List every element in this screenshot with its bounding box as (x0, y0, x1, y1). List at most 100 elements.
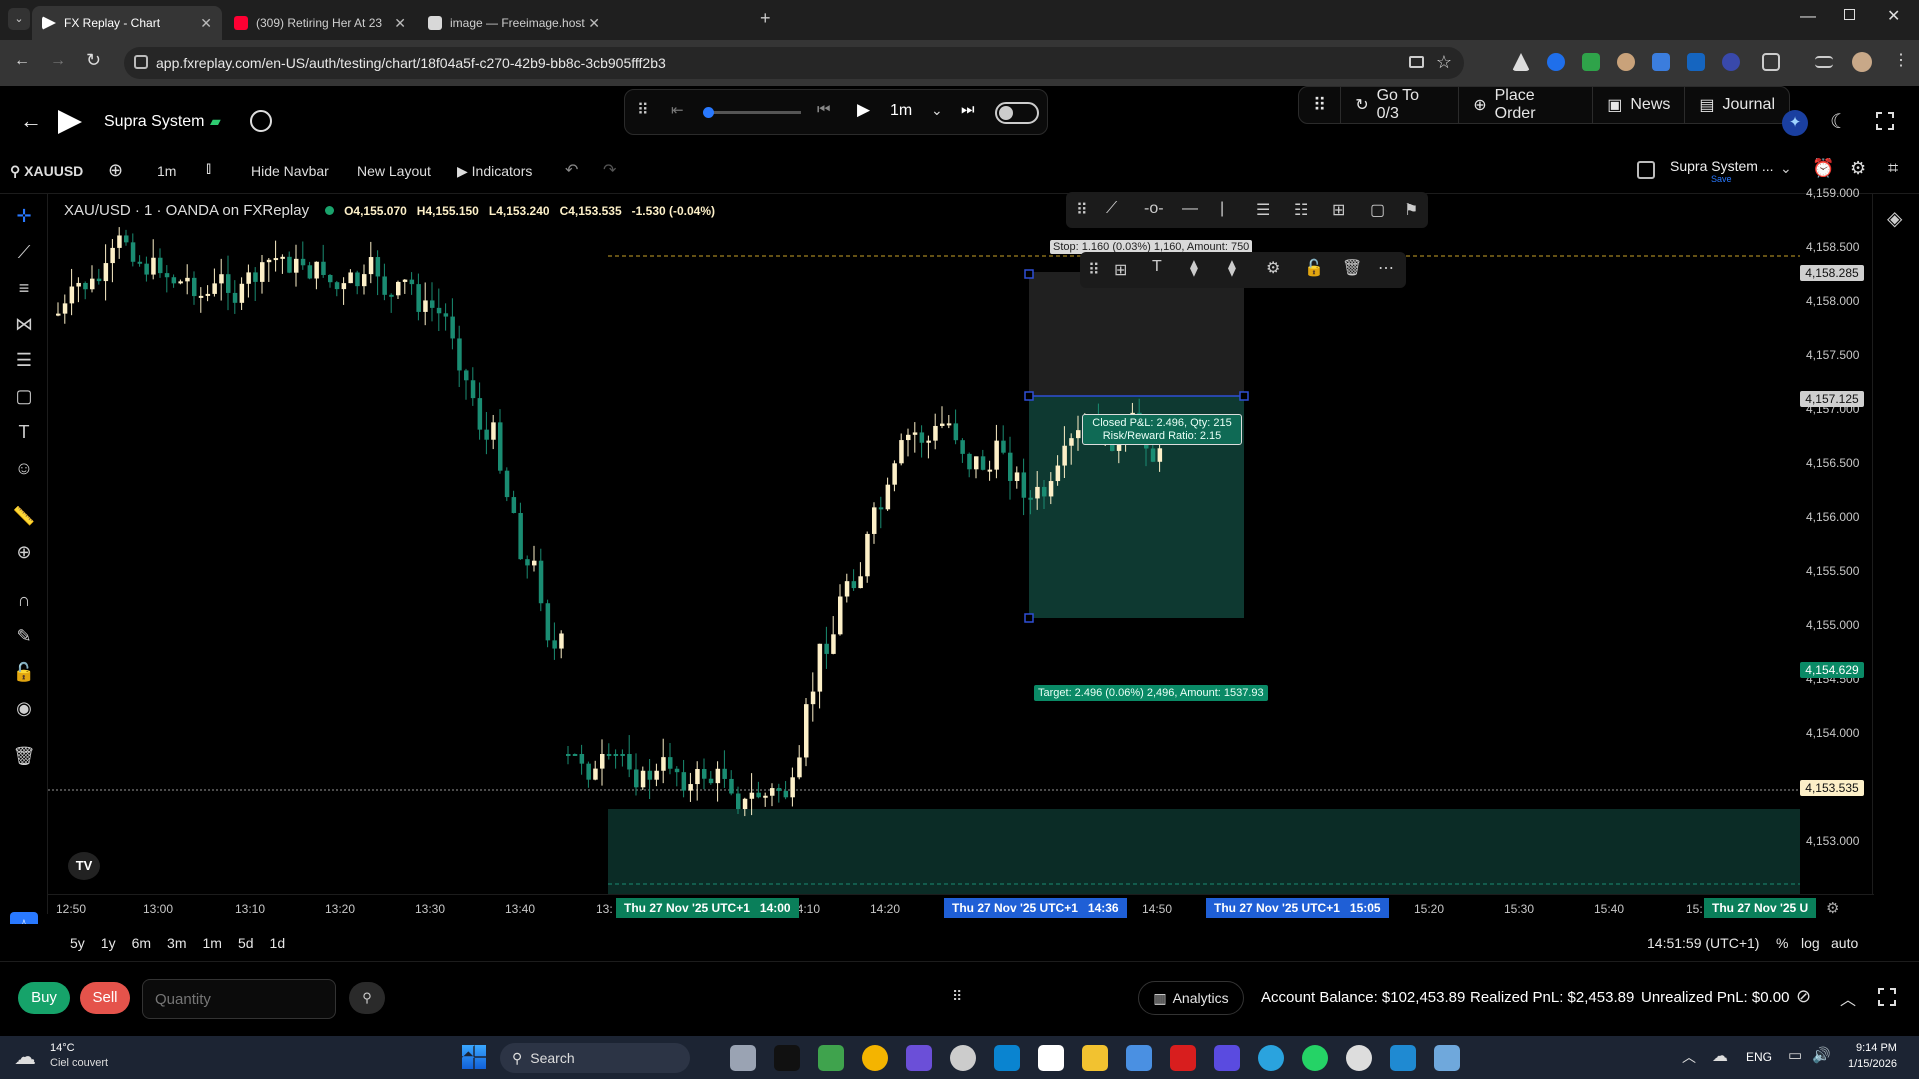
jump-start-icon[interactable]: ⇤ (671, 101, 684, 119)
rectangle-icon[interactable]: ▢ (12, 384, 36, 408)
frame-tool-icon[interactable]: ▢ (1370, 200, 1385, 220)
line-tool-icon[interactable]: ⟋ (1106, 200, 1117, 218)
chart-canvas[interactable] (48, 194, 1800, 894)
settings-gear-icon[interactable] (250, 110, 272, 132)
playback-toggle[interactable] (995, 102, 1039, 124)
vscode-icon[interactable] (1390, 1045, 1416, 1071)
range-1y[interactable]: 1y (101, 935, 116, 951)
camera-icon[interactable]: ⌗ (1888, 158, 1898, 179)
step-forward-icon[interactable]: ⏭ (961, 101, 975, 118)
fill-color-2-icon[interactable]: ⧫ (1228, 258, 1236, 278)
tradingview-app-icon[interactable] (774, 1045, 800, 1071)
expand-panel-icon[interactable] (1878, 988, 1896, 1006)
templates-icon[interactable]: ⊞ (1114, 260, 1127, 280)
chevron-down-icon[interactable]: ⌄ (1780, 160, 1792, 177)
task-view-icon[interactable] (730, 1045, 756, 1071)
position-tool-icon[interactable]: ☰ (12, 348, 36, 372)
parallel-tool-icon[interactable]: ☷ (1294, 200, 1308, 220)
trash-icon[interactable]: 🗑 (1342, 258, 1362, 278)
reading-list-icon[interactable] (1815, 56, 1833, 68)
drag-handle-icon[interactable]: ⠿ (1076, 200, 1088, 220)
trendline-icon[interactable]: ⟋ (12, 240, 36, 264)
candle-type-icon[interactable]: ⫾ (206, 160, 211, 178)
exit-back-icon[interactable]: ← (20, 108, 42, 134)
text-color-icon[interactable]: T (1152, 258, 1162, 276)
hide-navbar-button[interactable]: Hide Navbar (251, 163, 329, 179)
pencil-lock-icon[interactable]: ✎ (12, 624, 36, 648)
app-icon[interactable] (906, 1045, 932, 1071)
extension-icon[interactable] (1617, 53, 1635, 71)
tradingview-logo-icon[interactable]: TV (68, 852, 100, 880)
quantity-input[interactable] (142, 979, 336, 1019)
tab-list-button[interactable]: ⌄ (8, 8, 30, 30)
lock-icon[interactable]: 🔓 (12, 660, 36, 684)
interval-button[interactable]: 1m (157, 163, 176, 179)
magnet-icon[interactable]: ∩ (12, 588, 36, 612)
settings-icon[interactable]: ⚙ (1266, 258, 1280, 278)
journal-button[interactable]: ▤ Journal (1684, 86, 1789, 124)
whatsapp-icon[interactable] (1302, 1045, 1328, 1071)
ruler-icon[interactable]: 📏 (12, 504, 36, 528)
range-1d[interactable]: 1d (270, 935, 286, 951)
browser-menu-icon[interactable]: ⋮ (1893, 50, 1909, 70)
drag-handle-icon[interactable]: ⠿ (1088, 260, 1100, 280)
taskbar-time[interactable]: 9:14 PM (1856, 1042, 1897, 1054)
new-tab-icon[interactable]: + (760, 8, 771, 29)
close-tab-icon[interactable]: ✕ (200, 15, 212, 32)
auto-toggle[interactable]: auto (1831, 935, 1858, 951)
news-button[interactable]: ▣ News (1592, 86, 1684, 124)
app-icon[interactable] (1434, 1045, 1460, 1071)
notion-icon[interactable] (1038, 1045, 1064, 1071)
buy-button[interactable]: Buy (18, 982, 70, 1014)
site-info-icon[interactable] (134, 55, 148, 69)
log-toggle[interactable]: log (1801, 935, 1820, 951)
restore-window-icon[interactable] (1844, 9, 1855, 20)
extensions-puzzle-icon[interactable] (1762, 53, 1780, 71)
layers-icon[interactable]: ◈ (1887, 206, 1902, 231)
order-lock-button[interactable]: ⚲ (349, 982, 385, 1014)
chrome-icon[interactable] (862, 1045, 888, 1071)
playback-progress-slider[interactable] (703, 107, 801, 118)
cast-icon[interactable] (1409, 56, 1424, 68)
store-icon[interactable] (1126, 1045, 1152, 1071)
chevron-up-icon[interactable]: ︿ (1840, 986, 1856, 1010)
settings-icon[interactable]: ⚙ (1850, 158, 1866, 179)
channel-tool-icon[interactable]: ☰ (1256, 200, 1270, 220)
play-icon[interactable]: ▶ (857, 100, 870, 120)
eye-icon[interactable]: ◉ (12, 696, 36, 720)
minimize-window-icon[interactable]: — (1800, 8, 1816, 26)
app-icon[interactable] (1214, 1045, 1240, 1071)
ray-tool-icon[interactable]: -o- (1144, 200, 1164, 218)
compare-add-icon[interactable]: ⊕ (108, 160, 123, 181)
fill-color-icon[interactable]: ⧫ (1190, 258, 1198, 278)
close-tab-icon[interactable]: ✕ (394, 15, 406, 32)
new-layout-button[interactable]: New Layout (357, 163, 431, 179)
chevron-down-icon[interactable]: ⌄ (931, 102, 943, 119)
profile-avatar[interactable] (1852, 52, 1872, 72)
trash-icon[interactable]: 🗑 (12, 744, 36, 768)
grid-tool-icon[interactable]: ⊞ (1332, 200, 1345, 220)
volume-icon[interactable]: 🔊 (1812, 1046, 1831, 1064)
alert-icon[interactable]: ⏰ (1812, 158, 1834, 179)
goto-button[interactable]: ↻ Go To 0/3 (1340, 86, 1458, 124)
app-icon[interactable] (1170, 1045, 1196, 1071)
taskbar-date[interactable]: 1/15/2026 (1848, 1058, 1897, 1070)
flag-tool-icon[interactable]: ⚑ (1404, 200, 1418, 220)
apps-grid-button[interactable]: ⠿ (1299, 86, 1340, 124)
lock-icon[interactable]: 🔓 (1304, 258, 1324, 278)
extension-icon[interactable] (1652, 53, 1670, 71)
onedrive-icon[interactable]: ☁ (1712, 1046, 1728, 1066)
network-icon[interactable]: ▭ (1788, 1046, 1802, 1064)
file-explorer-icon[interactable] (1082, 1045, 1108, 1071)
close-window-icon[interactable]: ✕ (1887, 6, 1900, 26)
slider-handle[interactable] (703, 107, 714, 118)
symbol-search[interactable]: ⚲ XAUUSD (10, 163, 83, 180)
range-3m[interactable]: 3m (167, 935, 186, 951)
url-field[interactable]: app.fxreplay.com/en-US/auth/testing/char… (124, 47, 1464, 79)
dark-mode-moon-icon[interactable]: ☾ (1830, 109, 1848, 134)
range-5y[interactable]: 5y (70, 935, 85, 951)
step-back-icon[interactable]: ⏮ (817, 101, 831, 118)
range-6m[interactable]: 6m (132, 935, 151, 951)
pattern-icon[interactable]: ⋈ (12, 312, 36, 336)
axis-settings-icon[interactable]: ⚙ (1826, 899, 1839, 917)
